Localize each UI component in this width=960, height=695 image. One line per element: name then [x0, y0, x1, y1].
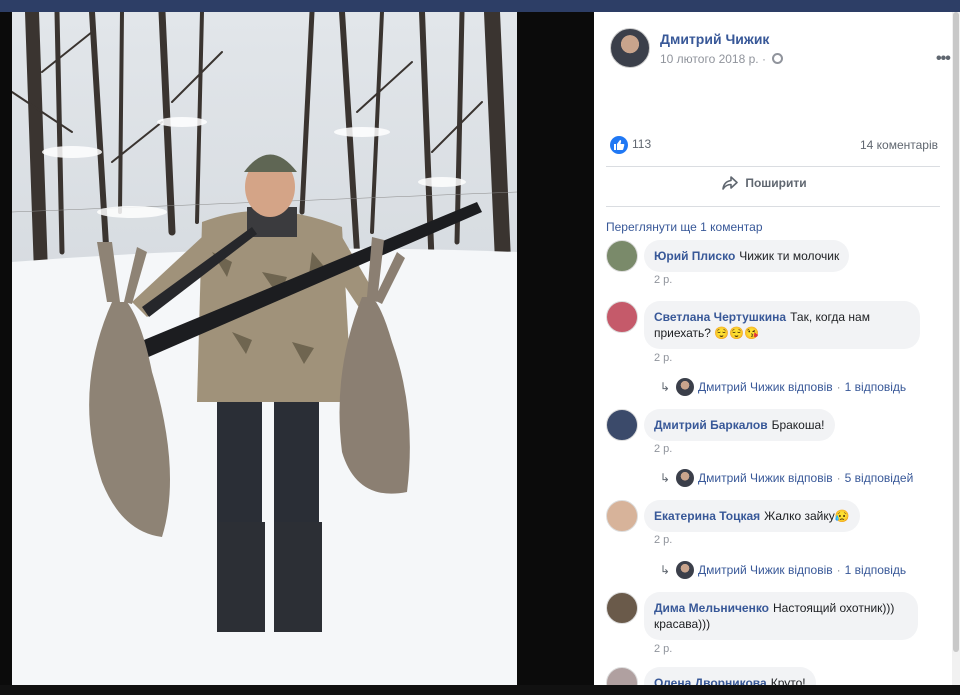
commenter-name[interactable]: Юрий Плиско [654, 249, 735, 263]
comment-count[interactable]: 14 коментарів [860, 138, 938, 152]
comment-text: Жалко зайку😥 [764, 509, 850, 523]
commenter-name[interactable]: Олена Дворникова [654, 676, 767, 685]
reactions-bar: 113 14 коментарів [610, 136, 940, 158]
share-label: Поширити [745, 176, 807, 190]
replies-link[interactable]: ↳ Дмитрий Чижик відповів · 1 відповідь [660, 378, 906, 396]
comment-bubble: Дима Мельниченко Настоящий охотник))) кра… [644, 592, 918, 640]
comment-bubble: Екатерина Тоцкая Жалко зайку😥 [644, 500, 860, 532]
commenter-avatar[interactable] [606, 667, 638, 685]
share-arrow-icon [722, 176, 738, 190]
post-date-text[interactable]: 10 лютого 2018 р. · [660, 52, 766, 66]
commenter-avatar[interactable] [606, 592, 638, 624]
comment-time[interactable]: 2 р. [654, 534, 672, 546]
comment-time[interactable]: 2 р. [654, 443, 672, 455]
photo-image [12, 12, 517, 685]
commenter-avatar[interactable] [606, 301, 638, 333]
comment-bubble: Светлана Чертушкина Так, когда нам приеха… [644, 301, 920, 349]
comment-time[interactable]: 2 р. [654, 352, 672, 364]
reply-author: Дмитрий Чижик [698, 380, 785, 394]
commenter-avatar[interactable] [606, 409, 638, 441]
post-date: 10 лютого 2018 р. · [660, 52, 784, 66]
reply-count: 1 відповідь [844, 563, 907, 577]
comment-time[interactable]: 2 р. [654, 274, 672, 286]
commenter-avatar[interactable] [606, 240, 638, 272]
reply-verb: відповів [788, 563, 833, 577]
thumbs-up-icon[interactable] [610, 136, 628, 154]
reply-author-avatar [676, 561, 694, 579]
post-photo[interactable] [12, 12, 517, 685]
reply-verb: відповів [788, 380, 833, 394]
comment-bubble: Юрий Плиско Чижик ти молочик [644, 240, 850, 272]
divider [606, 166, 940, 167]
panel-scrollbar[interactable] [952, 12, 960, 685]
divider [606, 206, 940, 207]
bottom-overlay [0, 685, 960, 695]
view-more-comments-link[interactable]: Переглянути ще 1 коментар [606, 220, 763, 234]
globe-icon [772, 53, 784, 64]
reply-arrow-icon: ↳ [660, 380, 671, 394]
post-details-panel: Дмитрий Чижик 10 лютого 2018 р. · ••• 11… [594, 12, 952, 685]
reply-arrow-icon: ↳ [660, 563, 671, 577]
more-dots-icon[interactable]: ••• [936, 50, 951, 68]
commenter-name[interactable]: Дима Мельниченко [654, 601, 769, 615]
top-navigation-bar [0, 0, 960, 12]
replies-link[interactable]: ↳ Дмитрий Чижик відповів · 5 відповідей [660, 469, 913, 487]
commenter-avatar[interactable] [606, 500, 638, 532]
comment-bubble: Олена Дворникова Круто! [644, 667, 816, 685]
author-avatar[interactable] [610, 28, 650, 68]
commenter-name[interactable]: Дмитрий Баркалов [654, 418, 768, 432]
comment-text: Круто! [770, 676, 806, 685]
reply-count: 5 відповідей [844, 471, 914, 485]
replies-link[interactable]: ↳ Дмитрий Чижик відповів · 1 відповідь [660, 561, 906, 579]
comment-text: Бракоша! [771, 418, 825, 432]
reply-arrow-icon: ↳ [660, 471, 671, 485]
reply-verb: відповів [788, 471, 833, 485]
reply-author-avatar [676, 378, 694, 396]
commenter-name[interactable]: Екатерина Тоцкая [654, 509, 760, 523]
commenter-name[interactable]: Светлана Чертушкина [654, 310, 786, 324]
reply-author: Дмитрий Чижик [698, 563, 785, 577]
comment-time[interactable]: 2 р. [654, 643, 672, 655]
like-count[interactable]: 113 [632, 137, 651, 151]
reply-author: Дмитрий Чижик [698, 471, 785, 485]
comment-bubble: Дмитрий Баркалов Бракоша! [644, 409, 835, 441]
scrollbar-thumb[interactable] [953, 12, 959, 652]
author-name[interactable]: Дмитрий Чижик [660, 31, 769, 47]
reply-count: 1 відповідь [844, 380, 907, 394]
comment-text: Чижик ти молочик [739, 249, 840, 263]
reply-author-avatar [676, 469, 694, 487]
share-button[interactable]: Поширити [722, 176, 807, 196]
